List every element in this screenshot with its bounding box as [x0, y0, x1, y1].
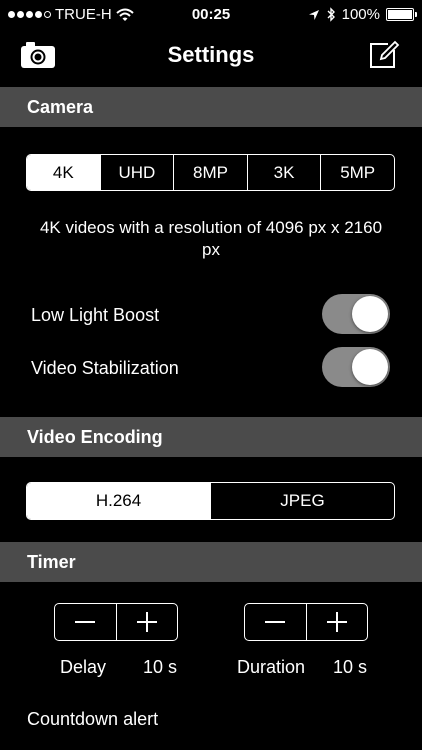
delay-increment-button[interactable]	[115, 604, 178, 640]
encoding-segmented-control: H.264 JPEG	[26, 482, 395, 520]
minus-icon	[265, 621, 286, 623]
duration-decrement-button[interactable]	[245, 604, 306, 640]
duration-value: 10 s	[333, 657, 368, 677]
resolution-description: 4K videos with a resolution of 4096 px x…	[39, 218, 383, 259]
toggle-knob	[352, 296, 388, 332]
low-light-boost-label: Low Light Boost	[31, 305, 160, 325]
plus-icon	[136, 612, 157, 632]
toggle-knob	[352, 349, 388, 385]
video-stabilization-label: Video Stabilization	[31, 358, 179, 378]
low-light-boost-toggle[interactable]	[322, 294, 390, 334]
duration-label: Duration	[237, 657, 306, 677]
nav-bar: Settings	[0, 30, 422, 86]
section-header-timer: Timer	[0, 542, 422, 582]
segment-4k[interactable]: 4K	[27, 155, 100, 190]
segment-3k[interactable]: 3K	[246, 155, 321, 190]
section-header-camera: Camera	[0, 87, 422, 127]
page-title: Settings	[167, 42, 255, 67]
battery-icon	[386, 8, 417, 21]
status-bar: TRUE-H 00:25 100%	[0, 0, 422, 30]
delay-decrement-button[interactable]	[55, 604, 116, 640]
delay-stepper	[54, 603, 178, 641]
countdown-alert-label: Countdown alert	[27, 709, 159, 729]
delay-label: Delay	[60, 657, 107, 677]
battery-percent: 100%	[341, 6, 380, 23]
duration-stepper	[244, 603, 368, 641]
status-right: 100%	[308, 6, 417, 23]
delay-value: 10 s	[143, 657, 178, 677]
segment-uhd[interactable]: UHD	[99, 155, 174, 190]
video-stabilization-toggle[interactable]	[322, 347, 390, 387]
location-arrow-icon	[308, 9, 319, 20]
segment-8mp[interactable]: 8MP	[173, 155, 247, 190]
bluetooth-icon	[327, 7, 335, 22]
duration-increment-button[interactable]	[305, 604, 368, 640]
minus-icon	[75, 621, 96, 623]
edit-icon[interactable]	[368, 38, 400, 70]
resolution-segmented-control: 4K UHD 8MP 3K 5MP	[26, 154, 395, 191]
segment-h264[interactable]: H.264	[27, 483, 210, 519]
section-header-video-encoding: Video Encoding	[0, 417, 422, 457]
segment-5mp[interactable]: 5MP	[320, 155, 394, 190]
plus-icon	[326, 612, 347, 632]
segment-jpeg[interactable]: JPEG	[210, 483, 394, 519]
